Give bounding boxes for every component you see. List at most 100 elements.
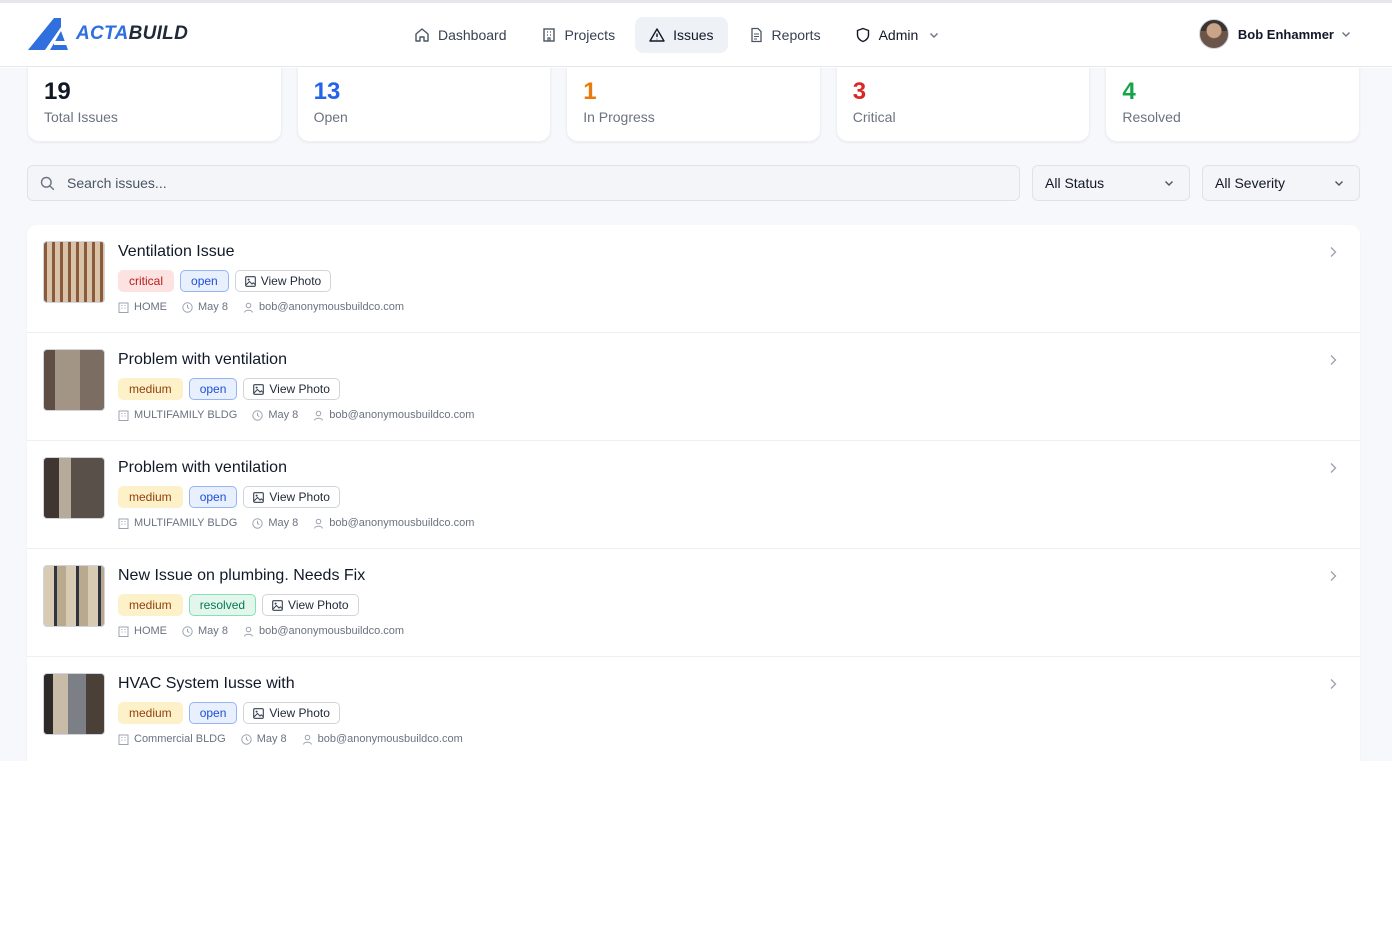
status-badge: open [188, 378, 238, 400]
building-icon [118, 626, 129, 637]
building-icon [118, 410, 129, 421]
issue-project-label: MULTIFAMILY BLDG [134, 409, 238, 421]
issue-project-label: HOME [134, 301, 167, 313]
issue-project: HOME [118, 625, 167, 637]
logo-text: ACTABUILD [76, 23, 188, 45]
stat-label: Critical [852, 109, 896, 125]
issue-date: May 8 [252, 517, 298, 529]
top-navbar: ACTABUILD Dashboard Projects Issues Repo… [0, 3, 1392, 67]
view-photo-button[interactable]: View Photo [243, 378, 340, 400]
issue-meta: MULTIFAMILY BLDG May 8 bob@anonymousbuil… [118, 409, 489, 421]
status-filter-value: All Status [1045, 175, 1105, 191]
chevron-down-icon [930, 33, 939, 38]
chevron-right-icon [1330, 247, 1337, 257]
search-box[interactable] [27, 165, 1020, 201]
issue-title: Problem with ventilation [118, 459, 287, 476]
stat-label: Open [313, 109, 348, 125]
issue-reporter: bob@anonymousbuildco.com [313, 517, 474, 529]
issue-project: HOME [118, 301, 167, 313]
user-menu[interactable]: Bob Enhammer [1198, 19, 1352, 49]
chevron-right-icon [1330, 679, 1337, 689]
image-icon [272, 599, 283, 611]
stat-card-critical: 3 Critical [835, 68, 1091, 142]
status-filter-select[interactable]: All Status [1032, 165, 1190, 201]
severity-badge: medium [118, 594, 183, 616]
issue-reporter-email: bob@anonymousbuildco.com [317, 733, 463, 745]
stat-card-in-progress: 1 In Progress [566, 68, 821, 142]
building-icon [118, 302, 129, 313]
stat-card-open: 13 Open [296, 68, 552, 142]
issue-row[interactable]: Problem with ventilation medium open Vie… [27, 333, 1360, 441]
view-photo-button[interactable]: View Photo [262, 594, 359, 616]
issue-meta: Commercial BLDG May 8 bob@anonymousbuild… [118, 733, 478, 745]
user-icon [243, 626, 253, 637]
nav-issues[interactable]: Issues [635, 17, 728, 53]
issue-thumbnail[interactable] [43, 565, 105, 627]
issue-row[interactable]: Problem with ventilation medium open Vie… [27, 441, 1360, 549]
nav-reports[interactable]: Reports [734, 17, 835, 53]
stat-card-total: 19 Total Issues [27, 68, 282, 142]
issue-thumbnail[interactable] [43, 673, 105, 735]
issue-date-label: May 8 [198, 301, 228, 313]
view-photo-button[interactable]: View Photo [243, 486, 340, 508]
user-name: Bob Enhammer [1237, 26, 1334, 42]
issue-badges: medium open View Photo [118, 378, 340, 400]
issue-date-label: May 8 [256, 733, 287, 745]
stat-card-resolved: 4 Resolved [1105, 68, 1360, 142]
issue-date-label: May 8 [268, 517, 299, 529]
view-photo-label: View Photo [269, 490, 330, 504]
nav-projects-label: Projects [564, 27, 616, 43]
issue-project: Commercial BLDG [118, 733, 226, 745]
document-icon [750, 27, 762, 43]
view-photo-label: View Photo [288, 598, 349, 612]
view-photo-label: View Photo [260, 274, 322, 288]
issue-badges: medium resolved View Photo [118, 594, 359, 616]
issue-thumbnail[interactable] [43, 457, 105, 519]
severity-badge: critical [118, 270, 175, 292]
chevron-right-icon [1330, 463, 1337, 473]
search-input[interactable] [67, 175, 967, 191]
nav-dashboard[interactable]: Dashboard [400, 17, 521, 53]
nav-projects[interactable]: Projects [527, 17, 630, 53]
chevron-down-icon [1342, 32, 1350, 37]
user-icon [302, 734, 312, 745]
issue-row[interactable]: HVAC System Iusse with medium open View … [27, 657, 1360, 761]
issue-row[interactable]: Ventilation Issue critical open View Pho… [27, 225, 1360, 333]
issue-date: May 8 [252, 409, 298, 421]
actabuild-logo[interactable]: ACTABUILD [28, 17, 188, 51]
view-photo-label: View Photo [269, 706, 330, 720]
user-icon [243, 302, 253, 313]
clock-icon [252, 409, 264, 421]
issue-row[interactable]: New Issue on plumbing. Needs Fix medium … [27, 549, 1360, 657]
clock-icon [252, 517, 264, 529]
issue-reporter-email: bob@anonymousbuildco.com [258, 301, 405, 313]
issue-thumbnail[interactable] [43, 349, 105, 411]
issue-reporter: bob@anonymousbuildco.com [243, 625, 404, 637]
issues-page: 19 Total Issues 13 Open 1 In Progress 3 … [0, 68, 1392, 761]
image-icon [253, 383, 265, 395]
issue-reporter-email: bob@anonymousbuildco.com [258, 625, 405, 637]
stat-value: 19 [44, 78, 71, 105]
issue-title: HVAC System Iusse with [118, 675, 295, 692]
view-photo-button[interactable]: View Photo [234, 270, 332, 292]
severity-badge: medium [118, 702, 183, 724]
nav-admin-dropdown[interactable]: Admin [841, 17, 955, 53]
issue-thumbnail[interactable] [43, 241, 105, 303]
chevron-right-icon [1330, 571, 1337, 581]
issue-date-label: May 8 [268, 409, 299, 421]
severity-filter-select[interactable]: All Severity [1202, 165, 1360, 201]
logo-mark-icon [28, 18, 68, 50]
status-badge: open [180, 270, 229, 292]
stat-value: 13 [313, 78, 341, 105]
avatar [1198, 19, 1229, 49]
view-photo-button[interactable]: View Photo [243, 702, 340, 724]
issue-badges: medium open View Photo [118, 486, 340, 508]
issue-date-label: May 8 [198, 625, 228, 637]
issue-badges: critical open View Photo [118, 270, 332, 292]
issue-reporter: bob@anonymousbuildco.com [313, 409, 474, 421]
building-icon [542, 28, 555, 42]
issue-date: May 8 [182, 625, 228, 637]
issue-meta: HOME May 8 bob@anonymousbuildco.com [118, 625, 419, 637]
building-icon [118, 518, 129, 529]
issue-project: MULTIFAMILY BLDG [118, 517, 237, 529]
